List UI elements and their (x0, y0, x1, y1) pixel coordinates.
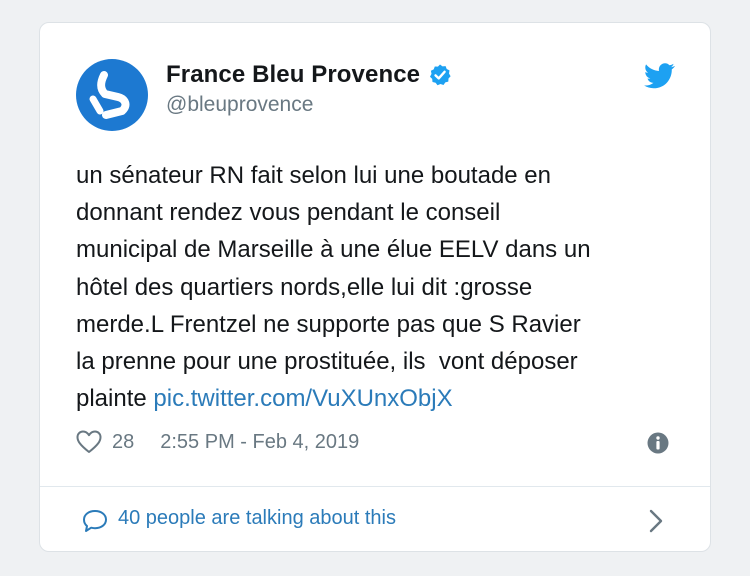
conversation-footer[interactable]: 40 people are talking about this (40, 487, 710, 551)
author-handle[interactable]: @bleuprovence (166, 93, 313, 117)
author-name-row: France Bleu Provence (166, 61, 452, 89)
avatar[interactable] (76, 59, 148, 131)
talking-about-link[interactable]: 40 people are talking about this (118, 507, 396, 530)
tweet-timestamp[interactable]: 2:55 PM - Feb 4, 2019 (160, 431, 359, 454)
info-icon[interactable] (647, 432, 669, 454)
like-count[interactable]: 28 (112, 431, 134, 454)
speech-bubble-icon (83, 510, 107, 532)
heart-icon[interactable] (76, 430, 102, 454)
france-bleu-logo-icon (89, 71, 130, 119)
chevron-right-icon[interactable] (648, 508, 664, 534)
twitter-bird-icon[interactable] (644, 63, 675, 89)
tweet-media-link[interactable]: pic.twitter.com/VuXUnxObjX (153, 385, 452, 412)
tweet-text: un sénateur RN fait selon lui une boutad… (76, 157, 686, 417)
tweet-meta: 28 2:55 PM - Feb 4, 2019 (76, 427, 359, 457)
tweet-card: France Bleu Provence @bleuprovence un sé… (39, 22, 711, 552)
display-name[interactable]: France Bleu Provence (166, 61, 420, 89)
verified-badge-icon (430, 64, 451, 86)
tweet-body: un sénateur RN fait selon lui une boutad… (76, 162, 591, 413)
